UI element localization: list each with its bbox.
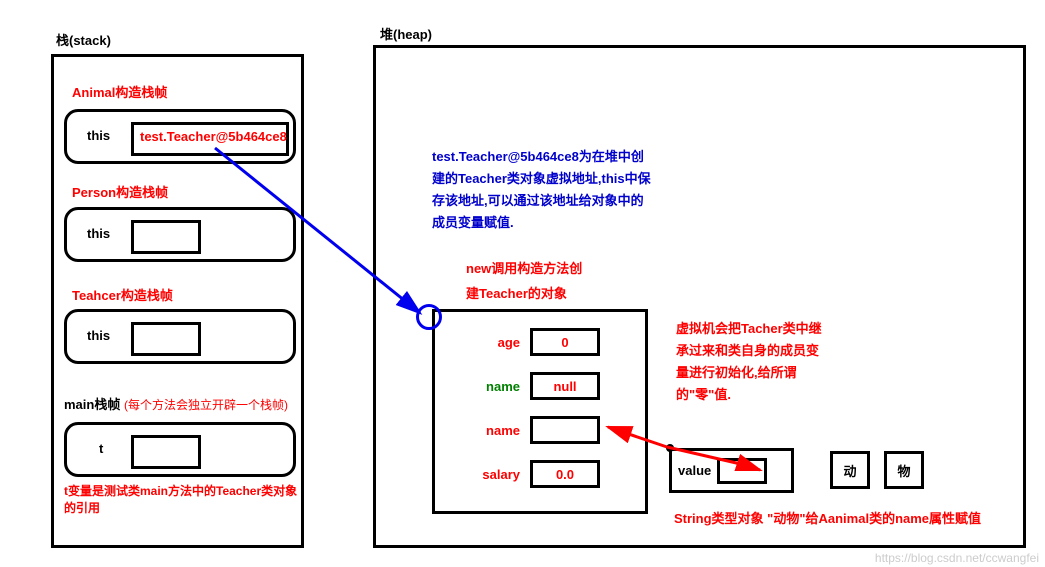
string-note: String类型对象 "动物"给Aanimal类的name属性赋值 (674, 508, 981, 527)
heap-title: 堆(heap) (380, 24, 432, 43)
init-l3: 量进行初始化,给所谓 (676, 362, 822, 384)
init-l1: 虚拟机会把Tacher类中继 (676, 318, 822, 340)
teacher-object: age 0 name null name salary 0.0 (432, 309, 648, 514)
field-age: age 0 (465, 328, 600, 356)
main-note: (每个方法会独立开辟一个栈帧) (124, 398, 288, 412)
main-title-text: main栈帧 (64, 397, 120, 412)
frame-main-title: main栈帧 (每个方法会独立开辟一个栈帧) (64, 394, 288, 413)
teacher-this-label: this (87, 328, 110, 343)
frame-teacher: this (64, 309, 296, 364)
t-label: t (99, 441, 103, 456)
salary-label: salary (465, 467, 520, 482)
field-salary: salary 0.0 (465, 460, 600, 488)
name1-value: null (530, 372, 600, 400)
frame-person-title: Person构造栈帧 (72, 182, 168, 201)
name2-label: name (465, 423, 520, 438)
salary-value: 0.0 (530, 460, 600, 488)
age-value: 0 (530, 328, 600, 356)
age-label: age (465, 335, 520, 350)
char-1: 动 (830, 451, 870, 489)
field-name2: name (465, 416, 600, 444)
stack-container: Animal构造栈帧 this test.Teacher@5b464ce8 Pe… (51, 54, 304, 548)
heap-container: test.Teacher@5b464ce8为在堆中创建的Teacher类对象虚拟… (373, 45, 1026, 548)
t-note: t变量是测试类main方法中的Teacher类对象的引用 (64, 482, 301, 516)
new-note-l2: 建Teacher的对象 (466, 283, 567, 302)
pointer-circle-icon (416, 304, 442, 330)
frame-person: this (64, 207, 296, 262)
frame-main: t (64, 422, 296, 477)
field-name1: name null (465, 372, 600, 400)
stack-title: 栈(stack) (56, 30, 111, 49)
name1-label: name (465, 379, 520, 394)
animal-this-slot: test.Teacher@5b464ce8 (131, 122, 289, 156)
frame-animal: this test.Teacher@5b464ce8 (64, 109, 296, 164)
name2-value (530, 416, 600, 444)
animal-this-label: this (87, 128, 110, 143)
dot-icon (666, 444, 674, 452)
frame-teacher-title: Teahcer构造栈帧 (72, 285, 173, 304)
person-this-label: this (87, 226, 110, 241)
char-2: 物 (884, 451, 924, 489)
person-this-slot (131, 220, 201, 254)
string-object: value (669, 448, 794, 493)
init-l2: 承过来和类自身的成员变 (676, 340, 822, 362)
watermark: https://blog.csdn.net/ccwangfei (875, 551, 1039, 565)
new-note-l1: new调用构造方法创 (466, 258, 582, 277)
init-note: 虚拟机会把Tacher类中继 承过来和类自身的成员变 量进行初始化,给所谓 的"… (676, 318, 822, 406)
heap-explain: test.Teacher@5b464ce8为在堆中创建的Teacher类对象虚拟… (432, 146, 652, 234)
frame-animal-title: Animal构造栈帧 (72, 82, 167, 101)
init-l4: 的"零"值. (676, 384, 822, 406)
value-slot (717, 458, 767, 484)
value-label: value (678, 463, 711, 478)
t-slot (131, 435, 201, 469)
teacher-this-slot (131, 322, 201, 356)
